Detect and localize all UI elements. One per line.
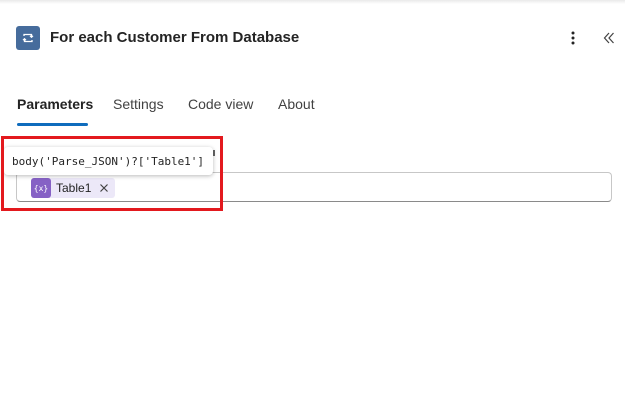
action-title[interactable]: For each Customer From Database <box>50 28 299 48</box>
active-tab-indicator <box>17 123 88 126</box>
panel-top-shadow <box>0 0 625 4</box>
loop-icon <box>16 26 40 50</box>
more-options-button[interactable] <box>562 27 584 49</box>
tab-about[interactable]: About <box>278 95 315 113</box>
tab-parameters[interactable]: Parameters <box>17 95 93 113</box>
tab-settings[interactable]: Settings <box>113 95 164 113</box>
collapse-panel-button[interactable] <box>598 27 620 49</box>
tab-code-view[interactable]: Code view <box>188 95 253 113</box>
more-vertical-icon <box>571 31 575 45</box>
highlight-box <box>1 136 223 211</box>
chevron-double-left-icon <box>603 32 614 44</box>
action-details-panel: For each Customer From Database Paramete… <box>0 0 625 401</box>
